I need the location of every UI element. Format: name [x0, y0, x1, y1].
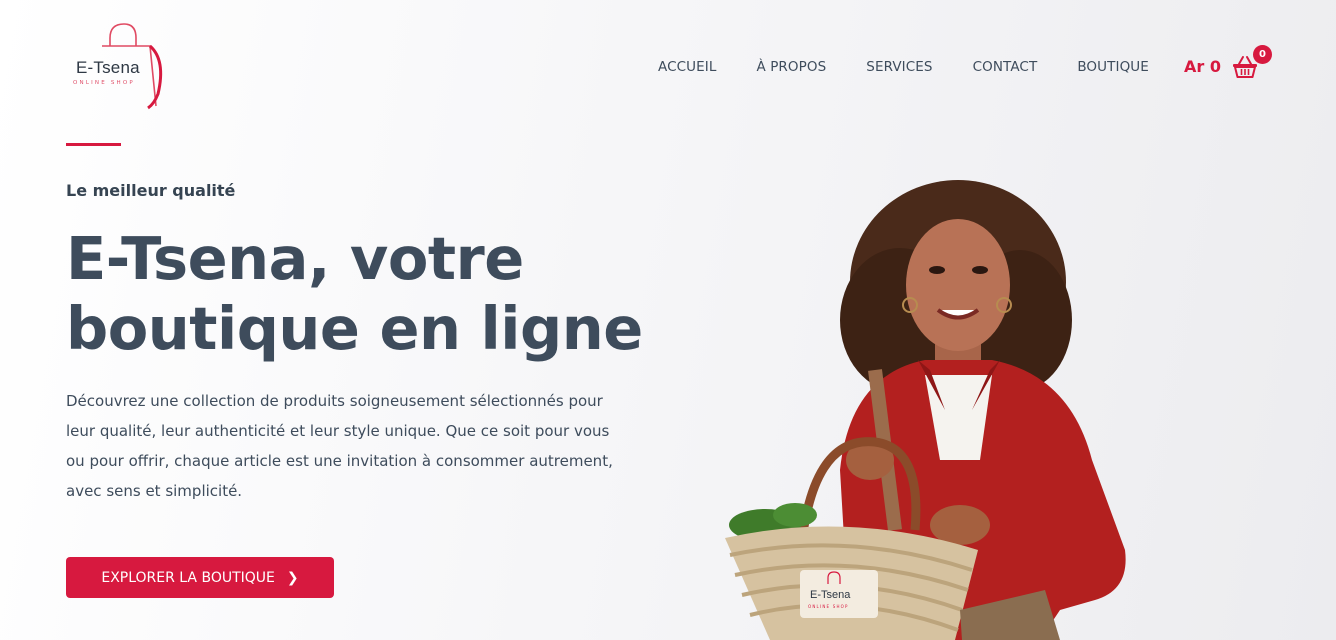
hero-headline-line-1: E-Tsena, votre	[66, 224, 524, 293]
basket-logo-tagline: ONLINE SHOP	[808, 604, 849, 609]
hero-headline-line-2: boutique en ligne	[66, 294, 643, 363]
nav-item-accueil[interactable]: ACCUEIL	[658, 59, 716, 75]
explore-shop-button[interactable]: EXPLORER LA BOUTIQUE ❯	[66, 557, 334, 598]
nav-item-a-propos[interactable]: À PROPOS	[756, 59, 826, 75]
woman-illustration: E-Tsena ONLINE SHOP	[725, 180, 1126, 640]
explore-shop-label: EXPLORER LA BOUTIQUE	[101, 569, 275, 586]
accent-divider	[66, 143, 121, 146]
nav-item-contact[interactable]: CONTACT	[973, 59, 1038, 75]
hero-kicker: Le meilleur qualité	[66, 181, 236, 200]
brand-logo[interactable]: E-Tsena ONLINE SHOP	[70, 20, 170, 112]
hero-headline: E-Tsena, votre boutique en ligne	[66, 224, 666, 364]
page: E-Tsena ONLINE SHOP ACCUEIL À PROPOS SER…	[0, 0, 1336, 640]
basket-logo-name: E-Tsena	[810, 589, 851, 601]
cart-count-badge: 0	[1253, 45, 1272, 64]
nav-item-services[interactable]: SERVICES	[866, 59, 932, 75]
cart-total[interactable]: Ar 0	[1184, 57, 1221, 76]
main-nav: ACCUEIL À PROPOS SERVICES CONTACT BOUTIQ…	[658, 59, 1149, 75]
chevron-right-icon: ❯	[286, 569, 299, 586]
brand-tagline: ONLINE SHOP	[73, 80, 135, 86]
hero-description: Découvrez une collection de produits soi…	[66, 392, 613, 500]
nav-item-boutique[interactable]: BOUTIQUE	[1077, 59, 1149, 75]
brand-name: E-Tsena	[76, 58, 140, 77]
hero-image-woman-with-basket: E-Tsena ONLINE SHOP	[700, 170, 1160, 640]
